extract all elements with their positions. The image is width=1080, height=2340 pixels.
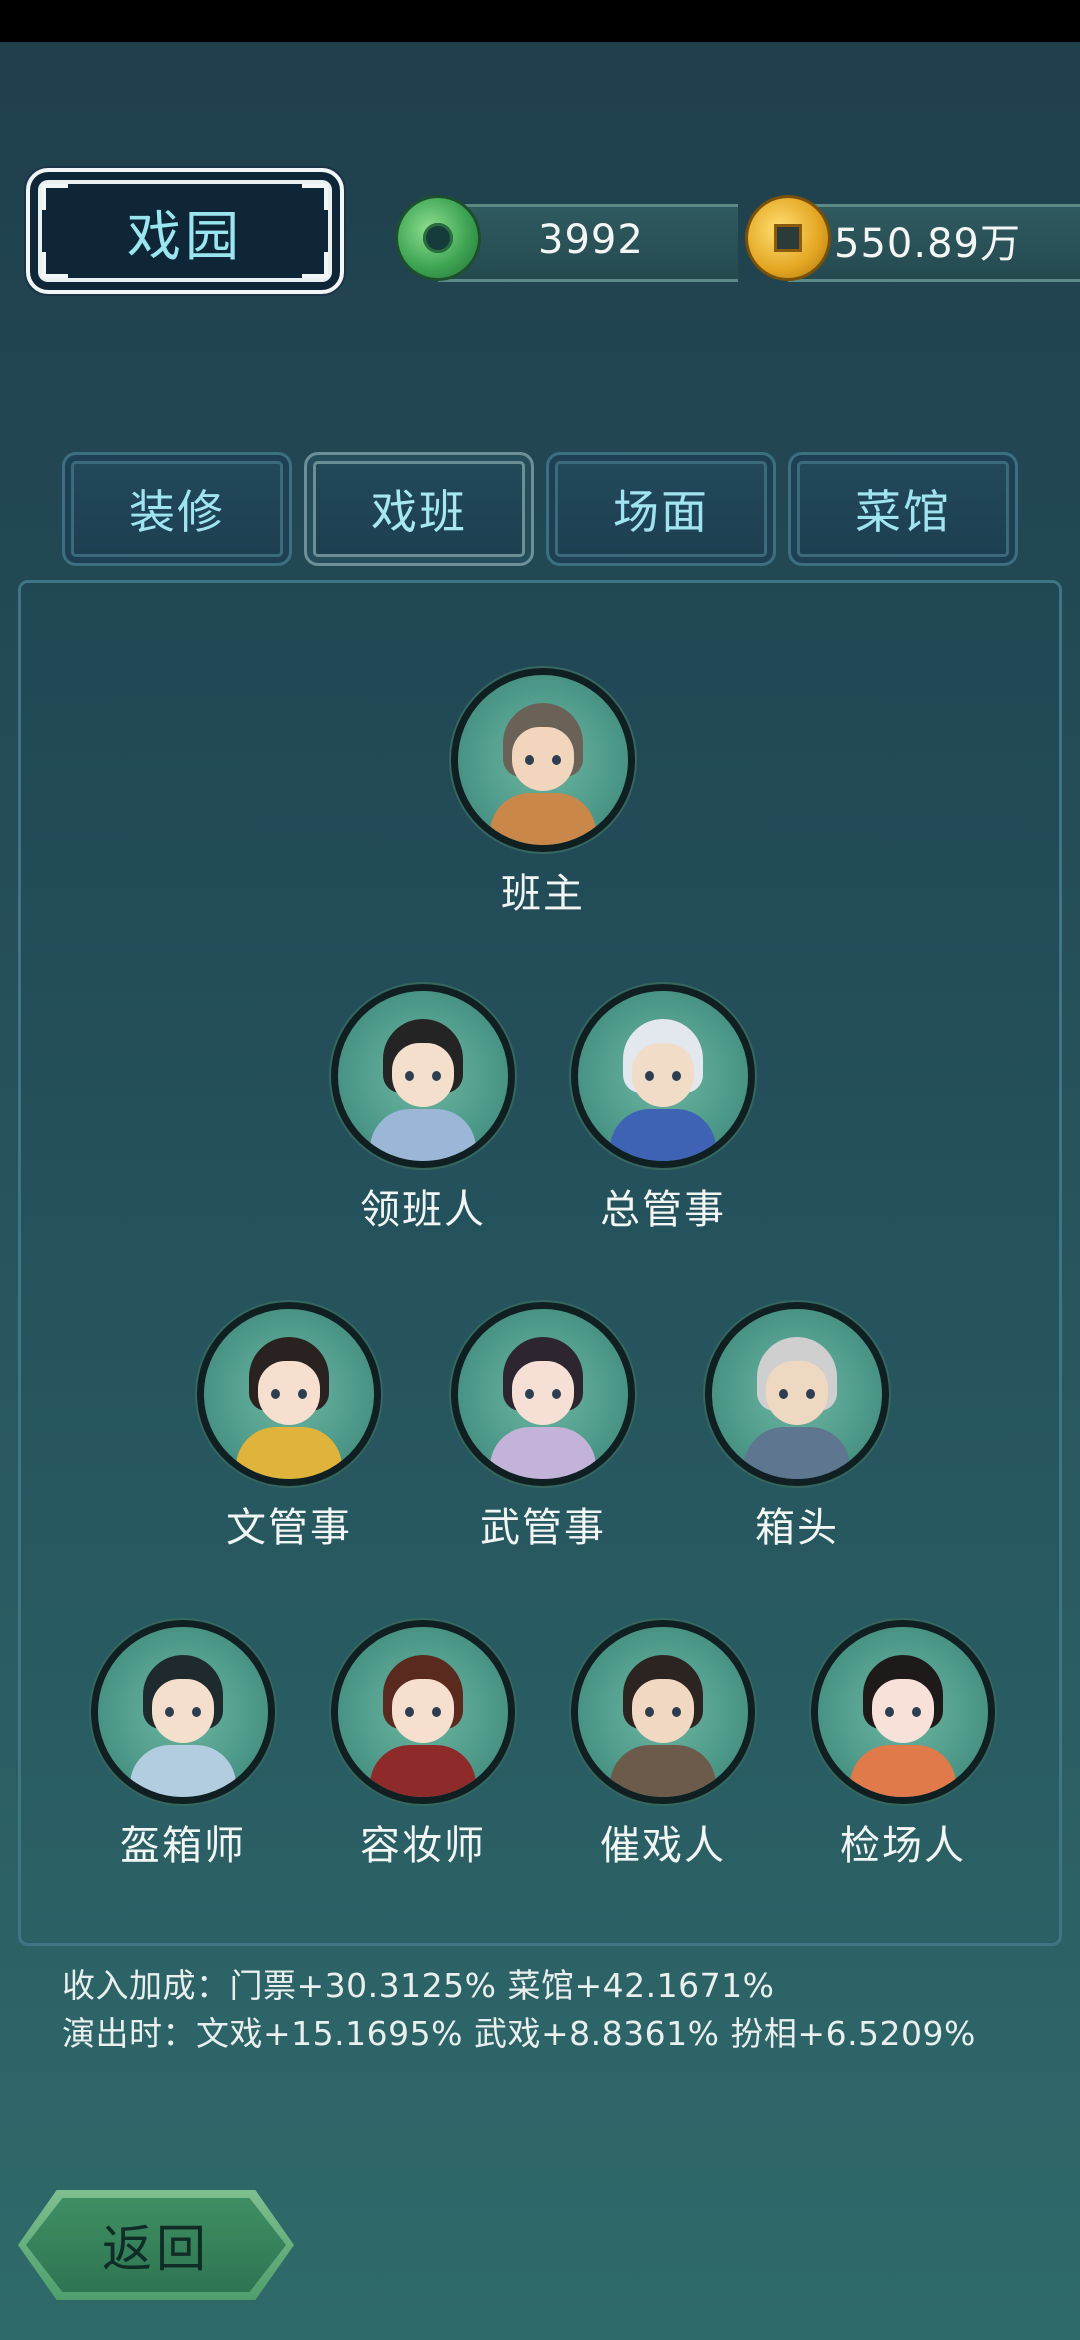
portrait-face [632, 1679, 694, 1743]
portrait-eye [672, 1071, 681, 1081]
portrait-eye [192, 1707, 201, 1717]
portrait-eye [672, 1707, 681, 1717]
portrait-robe [610, 1745, 716, 1797]
copper-coin-icon [748, 198, 828, 278]
member-civil-steward[interactable]: 文管事 [189, 1309, 389, 1553]
portrait-robe [744, 1427, 850, 1479]
portrait-eye [552, 755, 561, 765]
portrait-eye [271, 1389, 280, 1399]
portrait-eye [885, 1707, 894, 1717]
portrait-eye [525, 1389, 534, 1399]
member-name: 检场人 [840, 1823, 966, 1869]
portrait-eye [779, 1389, 788, 1399]
portrait-robe [370, 1109, 476, 1161]
member-lead-manager[interactable]: 领班人 [323, 991, 523, 1235]
portrait-face [632, 1043, 694, 1107]
tab-troupe[interactable]: 戏班 [304, 452, 534, 566]
member-name: 文管事 [226, 1505, 352, 1551]
jade-currency[interactable]: 3992 [398, 196, 738, 284]
portrait-avatar [204, 1309, 374, 1479]
portrait-robe [130, 1745, 236, 1797]
back-button-label: 返回 [102, 2220, 210, 2278]
portrait-eye [552, 1389, 561, 1399]
portrait-avatar [98, 1627, 268, 1797]
member-name: 总管事 [600, 1187, 726, 1233]
portrait-avatar [458, 675, 628, 845]
portrait-robe [370, 1745, 476, 1797]
income-bonus-text: 收入加成：门票+30.3125% 菜馆+42.1671% [62, 1966, 775, 2005]
bonus-summary: 收入加成：门票+30.3125% 菜馆+42.1671% 演出时：文戏+15.1… [62, 1962, 976, 2058]
portrait-eye [645, 1071, 654, 1081]
portrait-robe [236, 1427, 342, 1479]
portrait-face [392, 1679, 454, 1743]
portrait-face [258, 1361, 320, 1425]
back-button[interactable]: 返回 [18, 2190, 294, 2300]
portrait-robe [610, 1109, 716, 1161]
member-makeup-artist[interactable]: 容妆师 [323, 1627, 523, 1871]
portrait-eye [912, 1707, 921, 1717]
portrait-avatar [338, 1627, 508, 1797]
portrait-robe [490, 1427, 596, 1479]
troupe-panel: 班主 领班人 总管事 文管事 武管事 箱头 盔箱师 容妆师 催戏人 检场人 [18, 580, 1062, 1946]
tab-restaurant[interactable]: 菜馆 [788, 452, 1018, 566]
portrait-face [512, 1361, 574, 1425]
tab-music[interactable]: 场面 [546, 452, 776, 566]
tab-decoration[interactable]: 装修 [62, 452, 292, 566]
performance-bonus-text: 演出时：文戏+15.1695% 武戏+8.8361% 扮相+6.5209% [62, 2014, 976, 2053]
portrait-face [152, 1679, 214, 1743]
member-call-boy[interactable]: 催戏人 [563, 1627, 763, 1871]
status-bar [0, 0, 1080, 42]
portrait-face [766, 1361, 828, 1425]
page-title: 戏园 [127, 204, 243, 268]
coin-amount: 550.89万 [834, 221, 1021, 267]
portrait-eye [298, 1389, 307, 1399]
portrait-face [872, 1679, 934, 1743]
member-name: 领班人 [360, 1187, 486, 1233]
portrait-eye [432, 1071, 441, 1081]
member-helmet-master[interactable]: 盔箱师 [83, 1627, 283, 1871]
portrait-eye [165, 1707, 174, 1717]
portrait-avatar [818, 1627, 988, 1797]
portrait-eye [432, 1707, 441, 1717]
portrait-eye [525, 755, 534, 765]
member-name: 容妆师 [360, 1823, 486, 1869]
jade-disc-icon [398, 198, 478, 278]
portrait-avatar [578, 991, 748, 1161]
portrait-eye [405, 1707, 414, 1717]
portrait-avatar [578, 1627, 748, 1797]
member-name: 催戏人 [600, 1823, 726, 1869]
member-name: 武管事 [480, 1505, 606, 1551]
portrait-face [392, 1043, 454, 1107]
portrait-face [512, 727, 574, 791]
member-wardrobe-head[interactable]: 箱头 [697, 1309, 897, 1553]
member-stagehand[interactable]: 检场人 [803, 1627, 1003, 1871]
portrait-robe [490, 793, 596, 845]
portrait-eye [645, 1707, 654, 1717]
member-troupe-leader[interactable]: 班主 [443, 675, 643, 919]
portrait-avatar [458, 1309, 628, 1479]
member-name: 箱头 [755, 1505, 839, 1551]
member-martial-steward[interactable]: 武管事 [443, 1309, 643, 1553]
member-general-steward[interactable]: 总管事 [563, 991, 763, 1235]
portrait-avatar [712, 1309, 882, 1479]
portrait-robe [850, 1745, 956, 1797]
jade-amount: 3992 [538, 217, 644, 263]
coin-currency[interactable]: 550.89万 [748, 196, 1080, 284]
member-name: 班主 [501, 871, 585, 917]
page-title-plaque: 戏园 [26, 168, 344, 294]
portrait-eye [806, 1389, 815, 1399]
portrait-avatar [338, 991, 508, 1161]
member-name: 盔箱师 [120, 1823, 246, 1869]
section-tabs: 装修 戏班 场面 菜馆 [62, 452, 1022, 570]
portrait-eye [405, 1071, 414, 1081]
